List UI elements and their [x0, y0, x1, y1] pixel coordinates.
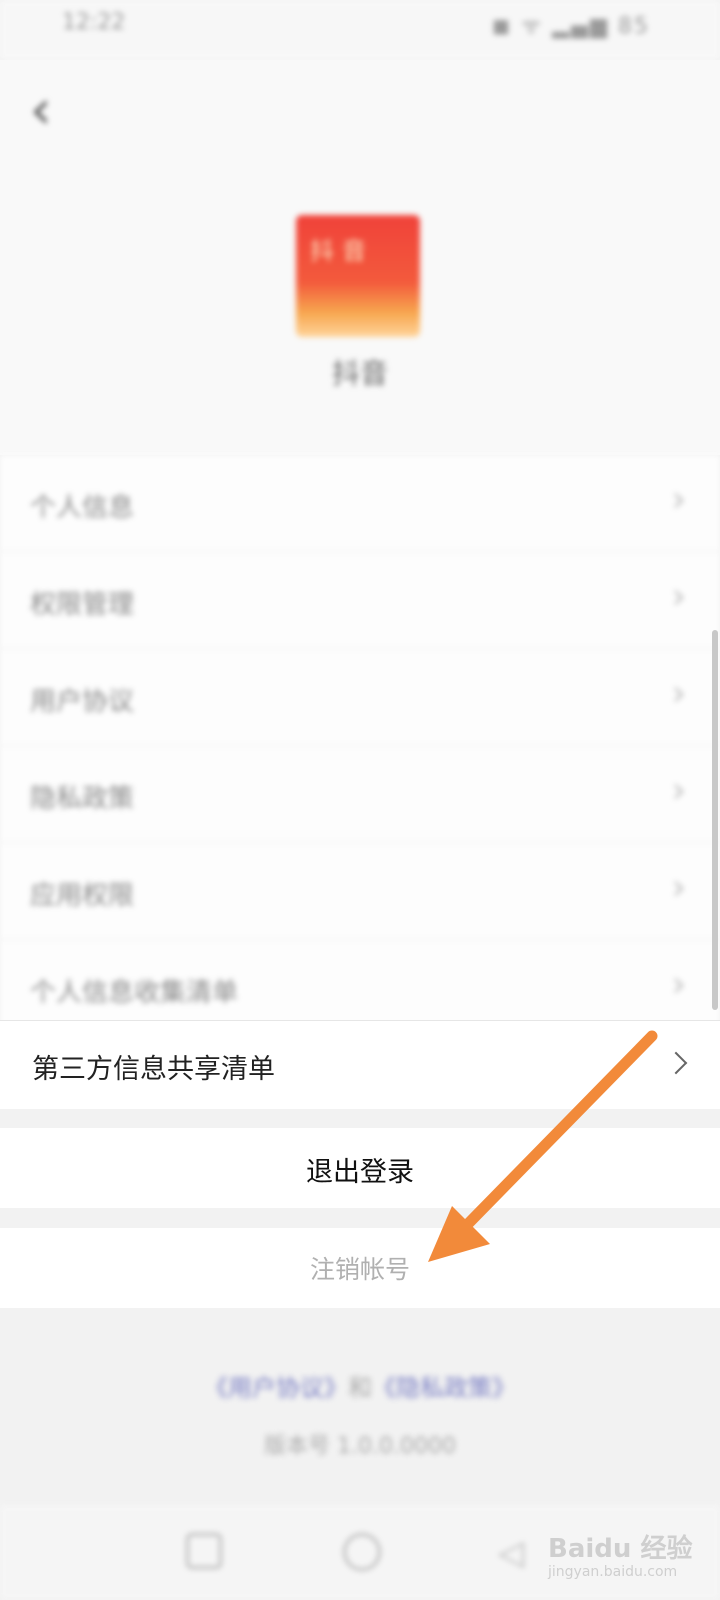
- profile-header: ‹ 抖音 抖音: [0, 60, 720, 455]
- third-party-share-list-label: 第三方信息共享清单: [32, 1054, 275, 1085]
- user-agreement-link[interactable]: 《用户协议》: [204, 1374, 348, 1402]
- menu-item-label: 个人信息: [30, 493, 135, 523]
- menu-item-label: 应用权限: [30, 881, 135, 911]
- chevron-right-icon: ›: [671, 867, 686, 908]
- footer-and-text: 和: [348, 1374, 372, 1402]
- logout-button[interactable]: 退出登录: [0, 1128, 720, 1208]
- chevron-right-icon: ›: [671, 964, 686, 1005]
- back-button[interactable]: ‹: [30, 80, 90, 140]
- menu-item-label: 用户协议: [30, 687, 135, 717]
- nav-back-icon[interactable]: ◁: [498, 1533, 538, 1573]
- app-logo-text: 抖音: [310, 237, 374, 265]
- chevron-right-icon: ›: [671, 479, 686, 520]
- status-time: 12:22: [62, 10, 126, 35]
- privacy-policy-link[interactable]: 《隐私政策》: [372, 1374, 516, 1402]
- chevron-right-icon: ›: [671, 673, 686, 714]
- status-bar: 12:22 ◼ ᯤ ▂▄▆ 85: [0, 0, 720, 60]
- settings-menu: 个人信息 › 权限管理 › 用户协议 › 隐私政策 › 应用权限 › 个人信息收…: [0, 455, 720, 1037]
- menu-item[interactable]: 应用权限 ›: [0, 843, 720, 940]
- menu-item-label: 隐私政策: [30, 784, 135, 814]
- chevron-right-icon: [664, 1051, 688, 1075]
- watermark-main-text: Baidu 经验: [548, 1534, 693, 1564]
- back-arrow-icon: ‹: [30, 78, 52, 141]
- menu-item-label: 权限管理: [30, 590, 135, 620]
- cancel-account-label: 注销帐号: [309, 1255, 410, 1284]
- recent-apps-icon[interactable]: [186, 1533, 222, 1569]
- app-name: 抖音: [331, 357, 388, 390]
- watermark-sub-text: jingyan.baidu.com: [548, 1564, 678, 1580]
- chevron-right-icon: ›: [671, 576, 686, 617]
- version-text: 版本号 1.0.0.0000: [264, 1434, 456, 1459]
- home-icon[interactable]: [343, 1533, 381, 1571]
- chevron-right-icon: ›: [671, 770, 686, 811]
- footer-links: 《用户协议》和《隐私政策》: [0, 1368, 720, 1403]
- app-logo: 抖音: [296, 215, 420, 337]
- menu-item-label: 个人信息收集清单: [30, 978, 239, 1008]
- scrollbar[interactable]: [712, 630, 718, 1010]
- cancel-account-button[interactable]: 注销帐号: [0, 1228, 720, 1308]
- menu-item[interactable]: 用户协议 ›: [0, 649, 720, 746]
- third-party-share-list-item[interactable]: 第三方信息共享清单: [0, 1020, 720, 1109]
- baidu-jingyan-watermark: Baidu 经验 jingyan.baidu.com: [548, 1528, 708, 1590]
- logout-label: 退出登录: [306, 1157, 414, 1188]
- menu-item[interactable]: 权限管理 ›: [0, 552, 720, 649]
- status-icons: ◼ ᯤ ▂▄▆ 85: [491, 14, 650, 39]
- menu-item[interactable]: 隐私政策 ›: [0, 746, 720, 843]
- menu-item[interactable]: 个人信息 ›: [0, 455, 720, 552]
